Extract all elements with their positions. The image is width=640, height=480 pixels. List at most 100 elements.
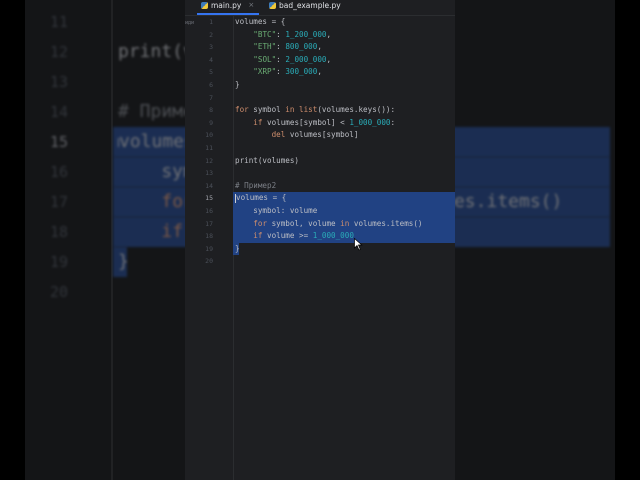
line-number: 13 [205, 169, 213, 178]
code-token: "XRP" [253, 67, 277, 77]
tab-label: bad_example.py [279, 1, 341, 10]
code-line[interactable]: 14 # Пример2 [185, 180, 455, 193]
code-token: 1_200_000 [285, 29, 327, 39]
video-frame: main.py × bad_example.py иди 1 volumes = … [185, 0, 455, 480]
line-number: 14 [205, 181, 213, 190]
line-number: 19 [49, 253, 68, 271]
line-number: 13 [49, 73, 68, 91]
close-icon[interactable]: × [248, 0, 254, 11]
code-token: volume >= [262, 231, 313, 241]
code-line[interactable]: 9 if volumes[symbol] < 1_000_000: [185, 117, 455, 130]
tab-main-py[interactable]: main.py × [197, 0, 259, 15]
code-line[interactable]: 12 print(volumes) [185, 155, 455, 168]
line-number: 11 [205, 144, 213, 152]
code-line[interactable]: 19} [185, 242, 455, 256]
code-token: "ETH" [253, 42, 277, 52]
tab-bar: main.py × bad_example.py [185, 0, 455, 16]
code-text: del volumes[symbol] [235, 129, 359, 142]
line-number: 14 [49, 103, 68, 121]
code-text: for symbol, volume in volumes.items() [235, 218, 422, 231]
code-line[interactable]: 20 [185, 255, 455, 268]
code-line[interactable]: 13 [185, 167, 455, 180]
code-token: : [276, 54, 286, 64]
code-token: , [317, 67, 322, 77]
code-line[interactable]: 11 [185, 142, 455, 155]
code-token: 1_000_000 [312, 231, 354, 241]
code-text: "ETH": 800_000, [235, 41, 322, 54]
code-line[interactable]: 1 volumes = { [185, 16, 455, 29]
code-token: : [276, 29, 286, 39]
line-number: 8 [209, 106, 213, 115]
line-number: 11 [49, 13, 68, 31]
line-number: 20 [205, 257, 213, 266]
code-text: symbol: volume [235, 205, 317, 218]
code-token: } [118, 251, 129, 272]
code-text: } [235, 79, 240, 92]
code-text: } [235, 243, 240, 256]
tab-bad-example-py[interactable]: bad_example.py [269, 0, 341, 15]
code-token: volumes = { [236, 193, 287, 203]
code-line[interactable]: 17 for symbol, volume in volumes.items() [185, 217, 455, 231]
code-token: volumes[symbol] [285, 130, 359, 140]
code-line[interactable]: 2 "BTC": 1_200_000, [185, 29, 455, 42]
code-line[interactable]: 15 volumes = { [185, 192, 455, 205]
code-token: symbol [248, 105, 286, 115]
code-token: in [340, 218, 350, 228]
line-number: 3 [209, 43, 213, 52]
code-token: (volumes.keys()): [317, 105, 396, 115]
code-token: # Пример2 [235, 180, 277, 190]
code-token: for [235, 105, 249, 115]
line-number: 20 [49, 283, 68, 301]
line-number: 2 [209, 30, 213, 39]
code-line[interactable]: 8 for symbol in list(volumes.keys()): [185, 104, 455, 117]
code-line[interactable]: 16 symbol: volume [185, 205, 455, 218]
code-token: symbol: volume [235, 206, 318, 215]
code-token: 1_000_000 [349, 117, 391, 127]
code-text: # Пример2 [235, 180, 276, 193]
line-number: 6 [209, 81, 213, 89]
code-token: "BTC" [253, 29, 277, 39]
code-token: "SOL" [253, 54, 277, 64]
tab-label: main.py [211, 1, 242, 10]
code-line[interactable]: 5 "XRP": 300_000, [185, 66, 455, 79]
line-number: 15 [49, 133, 68, 151]
code-text: "BTC": 1_200_000, [235, 29, 331, 42]
code-line[interactable]: 10 del volumes[symbol] [185, 129, 455, 142]
line-number: 10 [205, 131, 213, 140]
code-token: for [253, 218, 268, 228]
code-token: , [326, 54, 332, 64]
code-line[interactable]: 3 "ETH": 800_000, [185, 41, 455, 54]
code-line[interactable]: 7 [185, 92, 455, 105]
code-text: volumes = { [235, 192, 286, 205]
code-token: symbol, volume [267, 218, 341, 228]
code-token: print(volumes) [235, 155, 300, 165]
code-text: volumes = { [235, 16, 285, 29]
code-text: if volume >= 1_000_000 [235, 230, 354, 243]
mouse-pointer-icon [354, 238, 363, 251]
line-number: 17 [205, 219, 213, 228]
code-token: 2_000_000 [285, 54, 327, 64]
code-token: } [235, 80, 240, 89]
line-number: 16 [205, 207, 213, 215]
code-line[interactable]: 6} [185, 79, 455, 92]
python-file-icon [201, 2, 208, 9]
code-line[interactable]: 4 "SOL": 2_000_000, [185, 54, 455, 67]
line-number: 4 [209, 55, 213, 64]
line-number: 16 [49, 163, 68, 181]
code-editor: main.py × bad_example.py иди 1 volumes = … [185, 0, 455, 480]
code-text: for symbol in list(volumes.keys()): [235, 104, 395, 117]
line-number: 7 [209, 93, 213, 102]
code-text: "XRP": 300_000, [235, 66, 322, 79]
python-file-icon [269, 2, 276, 9]
code-line[interactable]: 18 if volume >= 1_000_000 [185, 230, 455, 243]
code-text: print(volumes) [235, 155, 299, 168]
